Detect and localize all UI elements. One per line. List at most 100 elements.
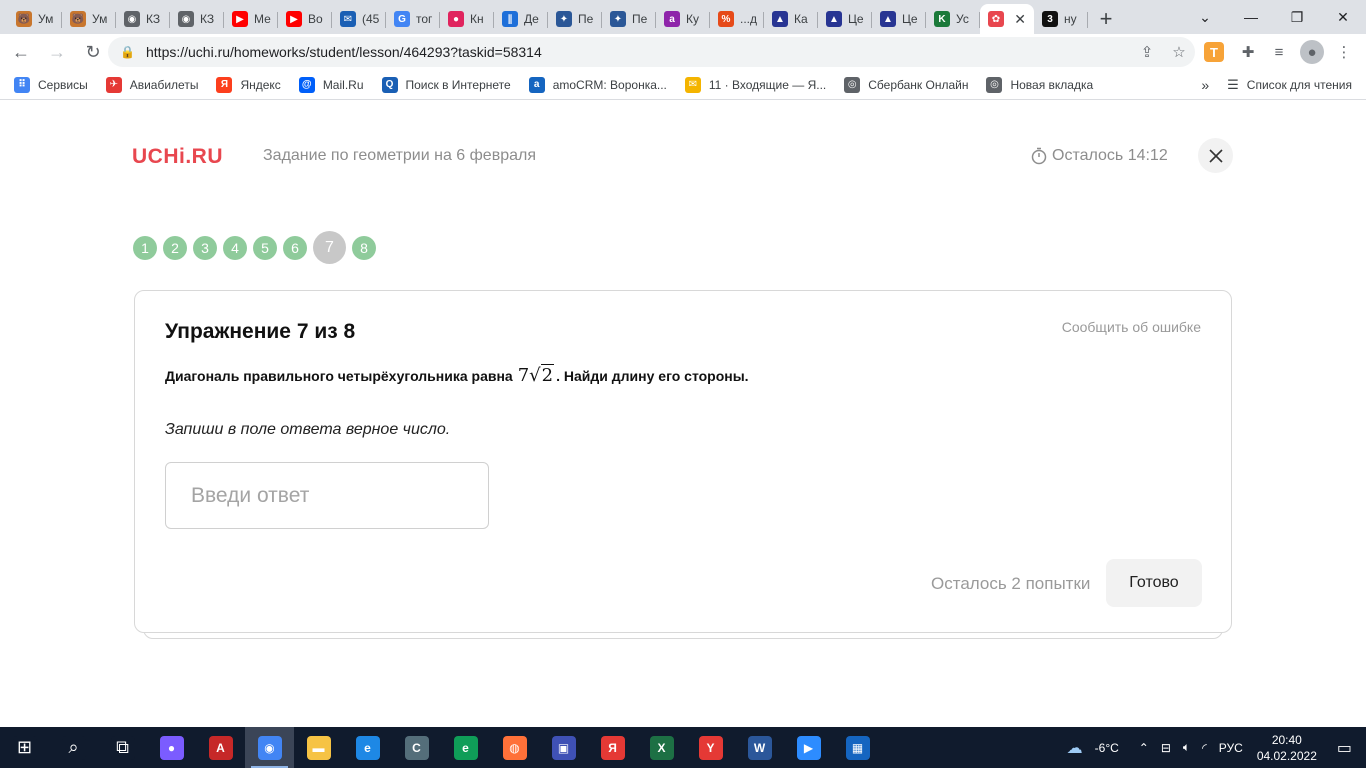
clock[interactable]: 20:40 04.02.2022 (1257, 732, 1317, 764)
reading-list-button[interactable]: Список для чтения (1247, 78, 1352, 92)
reload-icon[interactable]: ↻ (78, 37, 108, 67)
exercise-step-8[interactable]: 8 (352, 235, 376, 260)
language-indicator[interactable]: РУС (1219, 741, 1243, 755)
bookmark-item[interactable]: Q Поиск в Интернете (381, 76, 511, 93)
browser-tab[interactable]: K Ус (926, 4, 980, 34)
notifications-icon[interactable]: ▭ (1337, 738, 1352, 758)
translate-extension-icon[interactable]: T (1204, 42, 1224, 62)
taskbar-acrobat-button[interactable]: A (196, 727, 245, 768)
weather-temp[interactable]: -6°C (1095, 741, 1119, 755)
bookmark-item[interactable]: ◎ Новая вкладка (986, 76, 1093, 93)
browser-tab[interactable]: ▶ Ме (224, 4, 278, 34)
taskbar-search-button[interactable]: ⌕ (49, 727, 98, 768)
exercise-step-3[interactable]: 3 (193, 235, 217, 260)
browser-tab[interactable]: 3 ну (1034, 4, 1088, 34)
back-icon[interactable]: ← (6, 37, 36, 67)
taskbar-task-view-button[interactable]: ⧉ (98, 727, 147, 768)
browser-tab[interactable]: ∥ Де (494, 4, 548, 34)
extensions-puzzle-icon[interactable]: ✚ (1236, 40, 1260, 64)
browser-tab[interactable]: a Ку (656, 4, 710, 34)
bookmark-item[interactable]: a amoCRM: Воронка... (528, 76, 667, 93)
taskbar-firefox-button[interactable]: ◍ (490, 727, 539, 768)
close-lesson-button[interactable] (1198, 138, 1233, 173)
bookmark-label: 11 · Входящие — Я... (708, 77, 827, 92)
taskbar-zoom-button[interactable]: ▶ (784, 727, 833, 768)
done-button[interactable]: Готово (1106, 559, 1202, 607)
more-bookmarks-icon[interactable]: » (1201, 77, 1209, 93)
bookmark-label: Яндекс (240, 77, 281, 92)
media-control-icon[interactable]: ≡ (1267, 40, 1291, 64)
bookmark-star-icon[interactable]: ☆ (1163, 43, 1195, 61)
taskbar-start-button[interactable]: ⊞ (0, 727, 49, 768)
browser-tab-strip: 🐻 Ум 🐻 Ум ◉ КЗ ◉ КЗ ▶ Ме ▶ Во ✉ (45 Gтог ● Кн ∥ Де ✦ Пе ✦ Пе a К… (0, 0, 1366, 34)
browser-tab[interactable]: ◉ КЗ (116, 4, 170, 34)
tab-title: Ку (686, 12, 699, 26)
taskbar-edge-button[interactable]: e (441, 727, 490, 768)
profile-avatar-icon[interactable]: ● (1300, 40, 1324, 64)
browser-tab[interactable]: ✦ Пе (548, 4, 602, 34)
browser-tab[interactable]: ✦ Пе (602, 4, 656, 34)
bookmarks-bar: ⠿ Сервисы ✈ Авиабилеты Я Яндекс @ Mail.Ru Q Поиск… (0, 70, 1366, 100)
browser-tab[interactable]: ▲ Це (872, 4, 926, 34)
exercise-step-7[interactable]: 7 (313, 231, 346, 264)
taskbar-calculator-button[interactable]: ▦ (833, 727, 882, 768)
browser-tab[interactable]: % ...д (710, 4, 764, 34)
browser-tab[interactable]: ● Кн (440, 4, 494, 34)
tab-search-icon[interactable]: ⌄ (1182, 0, 1228, 34)
taskbar-alice-button[interactable]: ● (147, 727, 196, 768)
new-tab-button[interactable]: + (1088, 4, 1124, 34)
browser-tab[interactable]: ▶ Во (278, 4, 332, 34)
bookmark-item[interactable]: @ Mail.Ru (298, 76, 364, 93)
browser-tab[interactable]: ✉ (45 (332, 4, 386, 34)
bookmark-favicon-icon: Я (216, 76, 233, 93)
taskbar-device-manager-button[interactable]: ▣ (539, 727, 588, 768)
exercise-step-6[interactable]: 6 (283, 235, 307, 260)
restore-icon[interactable]: ❐ (1274, 0, 1320, 34)
browser-tab[interactable]: Gтог (386, 4, 440, 34)
chrome-icon: ◉ (257, 735, 282, 760)
browser-tab[interactable]: ▲ Це (818, 4, 872, 34)
bookmark-item[interactable]: ✈ Авиабилеты (105, 76, 198, 93)
volume-icon[interactable]: 🔈︎ (1183, 740, 1190, 755)
browser-tab[interactable]: ✿ ✕ (980, 4, 1034, 34)
taskbar-explorer-button[interactable]: ▬ (294, 727, 343, 768)
bookmark-item[interactable]: ◎ Сбербанк Онлайн (844, 76, 968, 93)
exercise-step-4[interactable]: 4 (223, 235, 247, 260)
taskbar-ie-button[interactable]: e (343, 727, 392, 768)
bookmarks-right: » ☰ Список для чтения (1201, 70, 1352, 100)
tray-overflow-icon[interactable]: ⌃ (1139, 741, 1149, 755)
browser-tab[interactable]: ▲ Ка (764, 4, 818, 34)
search-icon: ⌕ (61, 735, 86, 760)
address-bar[interactable]: 🔒 https://uchi.ru/homeworks/student/less… (108, 37, 1195, 67)
exercise-step-2[interactable]: 2 (163, 235, 187, 260)
bookmark-item[interactable]: ✉ 11 · Входящие — Я... (684, 76, 827, 93)
forward-icon[interactable]: → (42, 37, 72, 67)
wifi-icon[interactable]: ◜ (1202, 741, 1207, 755)
weather-icon[interactable]: ☁ (1067, 738, 1083, 758)
network-icon[interactable]: ⊟ (1161, 741, 1171, 755)
taskbar-yandex-button[interactable]: Я (588, 727, 637, 768)
taskbar-yandex-browser-button[interactable]: Y (686, 727, 735, 768)
device-manager-icon: ▣ (551, 735, 576, 760)
close-tab-icon[interactable]: ✕ (1014, 11, 1026, 28)
browser-tab[interactable]: 🐻 Ум (8, 4, 62, 34)
taskbar-ccleaner-button[interactable]: C (392, 727, 441, 768)
reading-list-icon[interactable]: ☰ (1227, 77, 1239, 93)
close-window-icon[interactable]: ✕ (1320, 0, 1366, 34)
taskbar-chrome-button[interactable]: ◉ (245, 727, 294, 768)
share-icon[interactable]: ⇪ (1131, 43, 1163, 61)
report-error-link[interactable]: Сообщить об ошибке (1062, 319, 1201, 335)
browser-tab[interactable]: ◉ КЗ (170, 4, 224, 34)
taskbar-word-button[interactable]: W (735, 727, 784, 768)
tab-title: КЗ (146, 12, 161, 26)
minimize-icon[interactable]: — (1228, 0, 1274, 34)
taskbar-excel-button[interactable]: X (637, 727, 686, 768)
bookmark-item[interactable]: Я Яндекс (216, 76, 281, 93)
exercise-step-1[interactable]: 1 (133, 235, 157, 260)
browser-tab[interactable]: 🐻 Ум (62, 4, 116, 34)
browser-menu-icon[interactable]: ⋮ (1332, 40, 1356, 64)
answer-input[interactable] (165, 462, 489, 529)
exercise-step-5[interactable]: 5 (253, 235, 277, 260)
uchi-logo[interactable]: UCHi.RU (132, 145, 223, 169)
bookmark-item[interactable]: ⠿ Сервисы (14, 76, 88, 93)
